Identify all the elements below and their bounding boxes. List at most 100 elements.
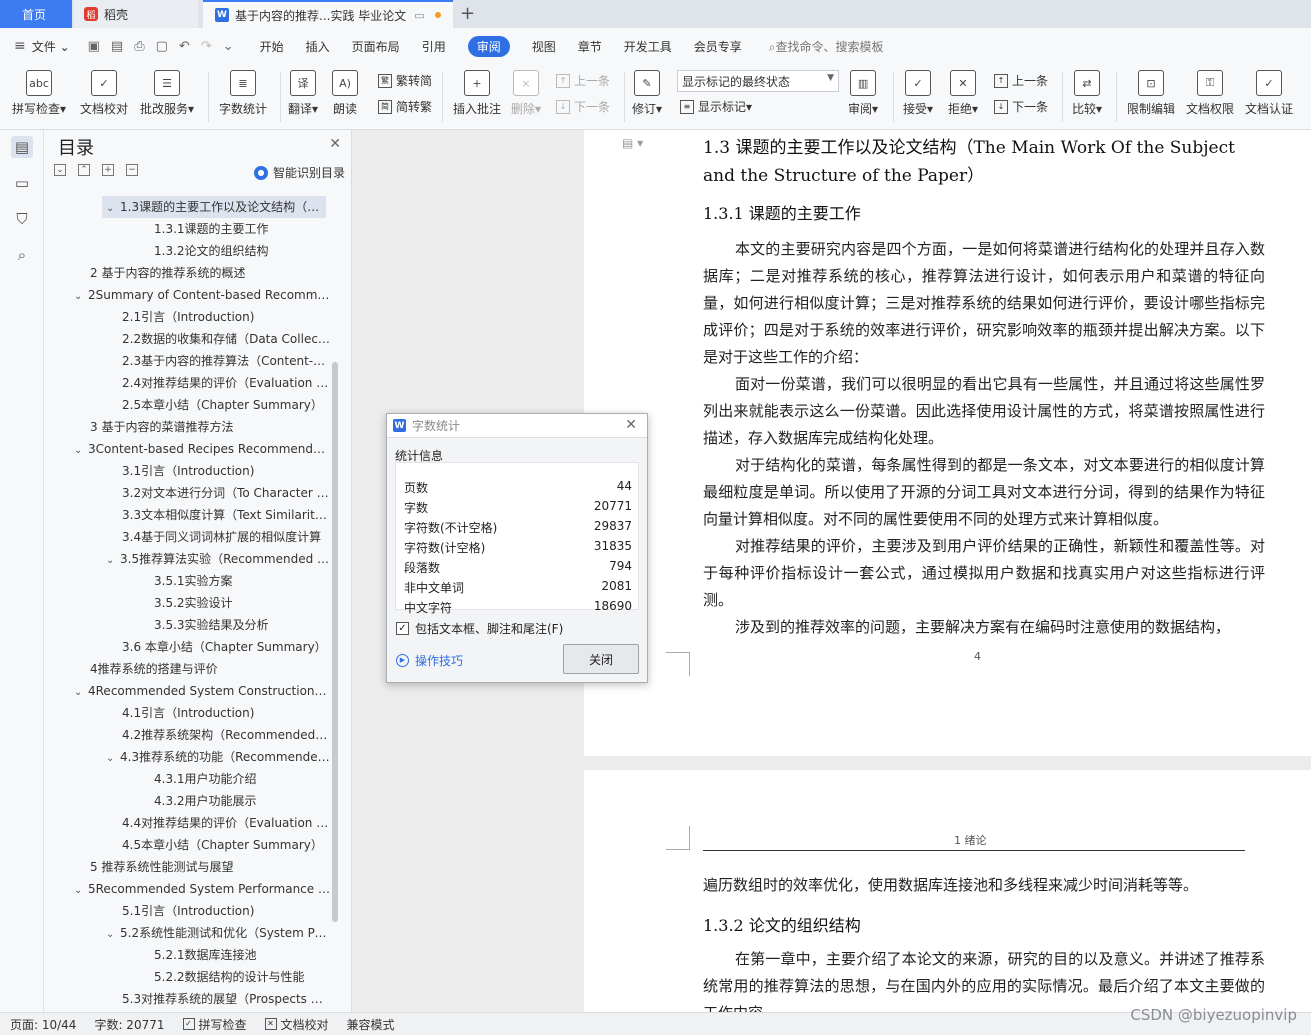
toc-item[interactable]: 4.3.2用户功能展示 (154, 790, 330, 812)
toc-item[interactable]: 4.1引言（Introduction) (122, 702, 330, 724)
toc-item[interactable]: 5.2.1数据库连接池 (154, 944, 330, 966)
menu-tab[interactable]: 视图 (532, 38, 556, 55)
redo-icon[interactable]: ↷ (201, 39, 212, 54)
menu-tab[interactable]: 开始 (260, 38, 284, 55)
toc-item[interactable]: 4.5本章小结（Chapter Summary） (122, 834, 330, 856)
menu-tab[interactable]: 章节 (578, 38, 602, 55)
translate-button[interactable]: 译翻译▾ (288, 70, 318, 117)
toc-item[interactable]: ⌄4.3推荐系统的功能（Recommended System Function） (106, 746, 330, 768)
toc-item[interactable]: 2.4对推荐结果的评价（Evaluation of Recommended Re… (122, 372, 330, 394)
new-tab-plus-icon[interactable]: + (460, 3, 475, 24)
trad-to-simp-button[interactable]: 繁繁转简 (378, 72, 432, 89)
chevron-down-icon[interactable]: ⌄ (106, 924, 120, 944)
markup-mode-select[interactable]: 显示标记的最终状态 ▼ (677, 70, 839, 92)
restrict-editing-button[interactable]: ⊡ 限制编辑 (1127, 70, 1175, 117)
toc-panel-icon[interactable]: ▤ (11, 136, 33, 158)
insert-comment-button[interactable]: + 插入批注 (453, 70, 501, 117)
prev-change-button[interactable]: ↑ 上一条 (994, 72, 1048, 89)
export-icon[interactable]: ▤ (111, 39, 123, 54)
show-markup-button[interactable]: ≡ 显示标记 ▾ (680, 98, 752, 115)
toc-item[interactable]: 3.5.2实验设计 (154, 592, 330, 614)
simp-to-trad-button[interactable]: 简简转繁 (378, 98, 432, 115)
toc-item[interactable]: 5 推荐系统性能测试与展望 (90, 856, 330, 878)
tab-document[interactable]: W 基于内容的推荐...实践 毕业论文 ▭ (203, 0, 453, 28)
toc-item[interactable]: ⌄5.2系统性能测试和优化（System Performance Testing… (106, 922, 330, 944)
toc-scrollbar[interactable] (332, 362, 338, 922)
chevron-down-icon[interactable]: ⌄ (74, 286, 88, 306)
menu-tab[interactable]: 会员专享 (694, 38, 742, 55)
toc-item[interactable]: 1.3.1课题的主要工作 (154, 218, 330, 240)
toc-item[interactable]: 5.1引言（Introduction) (122, 900, 330, 922)
toc-item[interactable]: ⌄1.3课题的主要工作以及论文结构（The Main Work Of the S… (102, 196, 326, 218)
next-comment-button[interactable]: ↓ 下一条 (556, 98, 610, 115)
toc-item[interactable]: 2.3基于内容的推荐算法（Content-based Recommendatio… (122, 350, 330, 372)
toc-item[interactable]: 4.2推荐系统架构（Recommended System Architectur… (122, 724, 330, 746)
prev-comment-button[interactable]: ↑ 上一条 (556, 72, 610, 89)
toc-item[interactable]: 2.1引言（Introduction) (122, 306, 330, 328)
print-icon[interactable]: ⎙ (134, 39, 144, 54)
close-button[interactable]: 关闭 (563, 644, 639, 674)
tips-link[interactable]: ▶ 操作技巧 (396, 652, 463, 669)
toc-item[interactable]: 3.5.1实验方案 (154, 570, 330, 592)
search-icon[interactable]: ⌕ (11, 244, 33, 266)
batch-service-button[interactable]: ☰ 批改服务▾ (140, 70, 194, 117)
collapse-all-icon[interactable]: ⌄ (54, 164, 66, 176)
toc-item[interactable]: 3.5.3实验结果及分析 (154, 614, 330, 636)
tab-daoke[interactable]: 稻 稻壳 (74, 0, 198, 28)
toc-item[interactable]: 3.4基于同义词词林扩展的相似度计算 (122, 526, 330, 548)
toc-item[interactable]: 4.4对推荐结果的评价（Evaluation of Recommended Re… (122, 812, 330, 834)
review-pane-button[interactable]: ▥ 审阅▾ (848, 70, 878, 117)
reject-button[interactable]: ✕ 拒绝▾ (948, 70, 978, 117)
expand-up-icon[interactable]: ⌃ (78, 164, 90, 176)
toc-item[interactable]: ⌄3Content-based Recipes Recommendation M… (74, 438, 330, 460)
tab-home[interactable]: 首页 (0, 0, 72, 28)
page-doc-icon[interactable]: ▤ ▾ (622, 136, 643, 150)
folder-icon[interactable]: ▭ (11, 172, 33, 194)
toc-item[interactable]: 1.3.2论文的组织结构 (154, 240, 330, 262)
more-chevron-icon[interactable]: ⌄ (223, 39, 234, 54)
save-icon[interactable]: ▣ (88, 39, 100, 54)
toc-item[interactable]: ⌄3.5推荐算法实验（Recommended Algorithm Experim… (106, 548, 330, 570)
page-indicator[interactable]: 页面: 10/44 (10, 1016, 76, 1033)
close-icon[interactable]: ✕ (625, 417, 637, 433)
toc-item[interactable]: 5.2.2数据结构的设计与性能 (154, 966, 330, 988)
monitor-icon[interactable]: ▭ (414, 9, 424, 22)
chevron-down-icon[interactable]: ⌄ (106, 748, 120, 768)
accept-button[interactable]: ✓ 接受▾ (903, 70, 933, 117)
toc-item[interactable]: 2.5本章小结（Chapter Summary） (122, 394, 330, 416)
add-icon[interactable]: + (102, 164, 114, 176)
track-changes-button[interactable]: ✎ 修订▾ (632, 70, 662, 117)
menu-tab[interactable]: 开发工具 (624, 38, 672, 55)
toc-item[interactable]: 2.2数据的收集和存储（Data Collection and Storage） (122, 328, 330, 350)
document-permission-button[interactable]: ⚿ 文档权限 (1186, 70, 1234, 117)
print-preview-icon[interactable]: ▢ (156, 39, 168, 54)
toc-item[interactable]: 4推荐系统的搭建与评价 (90, 658, 330, 680)
toc-item[interactable]: 3.3文本相似度计算（Text Similarity Calculation） (122, 504, 330, 526)
undo-icon[interactable]: ↶ (179, 39, 190, 54)
spell-check-button[interactable]: abc 拼写检查▾ (12, 70, 66, 117)
chevron-down-icon[interactable]: ⌄ (74, 880, 88, 900)
toc-item[interactable]: 3.2对文本进行分词（To Character Segmentation） (122, 482, 330, 504)
proofread-status[interactable]: ✕ 文档校对 (264, 1016, 329, 1033)
menu-tab[interactable]: 审阅 (467, 35, 510, 57)
toc-item[interactable]: 3 基于内容的菜谱推荐方法 (90, 416, 330, 438)
menu-tab[interactable]: 引用 (422, 38, 446, 55)
menu-tab[interactable]: 页面布局 (352, 38, 400, 55)
next-change-button[interactable]: ↓ 下一条 (994, 98, 1048, 115)
chevron-down-icon[interactable]: ⌄ (106, 550, 120, 570)
toc-item[interactable]: ⌄5Recommended System Performance Testing… (74, 878, 330, 900)
dialog-titlebar[interactable]: W 字数统计 (387, 414, 647, 438)
toc-item[interactable]: 5.3对推荐系统的展望（Prospects of Recommended Sys… (122, 988, 330, 1010)
toc-item[interactable]: 3.1引言（Introduction) (122, 460, 330, 482)
spell-check-status[interactable]: ✓ 拼写检查 (182, 1016, 247, 1033)
chevron-down-icon[interactable]: ⌄ (74, 682, 88, 702)
smart-toc-button[interactable]: ● 智能识别目录 (253, 164, 345, 181)
delete-comment-button[interactable]: × 删除▾ (511, 70, 541, 117)
compare-button[interactable]: ⇄ 比较▾ (1072, 70, 1102, 117)
toc-item[interactable]: 3.6 本章小结（Chapter Summary） (122, 636, 330, 658)
hamburger-menu-icon[interactable]: ≡ (14, 38, 26, 54)
toc-item[interactable]: 4.3.1用户功能介绍 (154, 768, 330, 790)
bookmark-icon[interactable]: ⛉ (11, 208, 33, 230)
menu-tab[interactable]: 插入 (306, 38, 330, 55)
proofread-button[interactable]: ✓ 文档校对 (80, 70, 128, 117)
